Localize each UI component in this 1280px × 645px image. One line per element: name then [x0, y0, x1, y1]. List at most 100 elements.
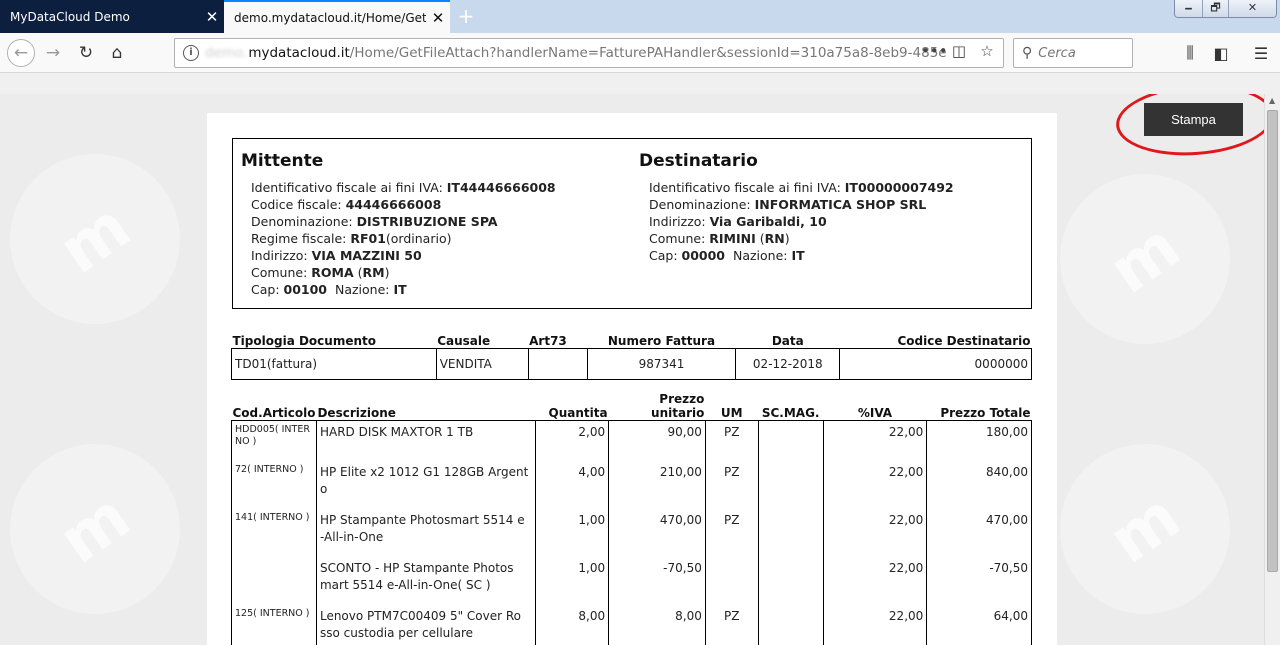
forward-arrow-icon[interactable]: → — [38, 39, 68, 67]
library-icon[interactable]: ⫼ — [1175, 39, 1205, 67]
mittente-title: Mittente — [241, 151, 324, 171]
table-cell — [757, 508, 824, 557]
table-cell: 8,00 — [608, 604, 706, 645]
back-button[interactable]: ← — [6, 39, 36, 67]
close-window-icon[interactable]: ✕ — [1228, 0, 1276, 17]
table-cell: TD01(fattura) — [231, 347, 437, 380]
new-tab-icon[interactable]: + — [452, 3, 480, 30]
table-cell: 22,00 — [822, 604, 928, 645]
url-actions: ••• ◫ ☆ — [921, 42, 997, 60]
table-cell: 8,00 — [535, 604, 610, 645]
menu-icon[interactable]: ☰ — [1246, 39, 1276, 67]
table-cell: 470,00 — [608, 508, 706, 557]
print-button[interactable]: Stampa — [1144, 103, 1243, 136]
search-input[interactable] — [1038, 45, 1119, 61]
url-blurred-subdomain: demo. — [205, 45, 248, 61]
table-cell: 2,00 — [535, 420, 610, 461]
mittente-section: Mittente Identificativo fiscale ai fini … — [241, 151, 631, 298]
invoice-page: Mittente Identificativo fiscale ai fini … — [207, 113, 1057, 645]
table-cell: 141( INTERNO ) — [231, 508, 317, 557]
column-header: %IVA — [823, 392, 927, 421]
destinatario-title: Destinatario — [639, 151, 758, 171]
table-cell: 125( INTERNO ) — [231, 604, 317, 645]
tab-mydatacloud-demo[interactable]: MyDataCloud Demo ✕ — [0, 0, 224, 33]
info-icon[interactable]: i — [183, 45, 199, 61]
table-cell: 72( INTERNO ) — [231, 460, 317, 509]
line-items-table: Cod.Articolo Descrizione Quantita Prezzo… — [231, 392, 1032, 645]
column-header: Cod.Articolo — [231, 392, 317, 421]
mittente-line: Indirizzo: VIA MAZZINI 50 — [251, 248, 422, 263]
minimize-icon[interactable]: 🗕 — [1175, 0, 1202, 17]
table-cell: 987341 — [586, 347, 737, 380]
search-box[interactable]: ⚲ — [1013, 38, 1133, 68]
table-cell: PZ — [704, 508, 759, 557]
table-row: SCONTO - HP Stampante Photos mart 5514 e… — [231, 556, 1032, 605]
watermark-logo: m — [0, 410, 214, 645]
table-cell: 1,00 — [535, 556, 610, 605]
mittente-line: Comune: ROMA (RM) — [251, 265, 390, 280]
pocket-icon[interactable]: ◫ — [949, 42, 969, 60]
table-cell: 210,00 — [608, 460, 706, 509]
column-header: Data — [735, 332, 840, 349]
home-icon[interactable]: ⌂ — [102, 39, 132, 67]
table-cell: -70,50 — [926, 556, 1032, 605]
parties-box: Mittente Identificativo fiscale ai fini … — [232, 138, 1032, 309]
search-icon: ⚲ — [1022, 45, 1033, 61]
close-tab-icon[interactable]: ✕ — [426, 9, 450, 27]
url-path: /Home/GetFileAttach?handlerName=FattureP… — [349, 45, 947, 61]
table-cell: PZ — [704, 460, 759, 509]
table-header-row: Tipologia Documento Causale Art73 Numero… — [231, 332, 1032, 349]
table-cell: 180,00 — [926, 420, 1032, 461]
watermark-logo: m — [1026, 140, 1264, 378]
back-arrow-icon: ← — [7, 39, 35, 67]
table-cell — [231, 556, 317, 605]
column-header: Quantita — [535, 392, 609, 421]
table-cell: 470,00 — [926, 508, 1032, 557]
table-cell: PZ — [704, 420, 759, 461]
url-bar[interactable]: i demo. mydatacloud.it /Home/GetFileAtta… — [174, 38, 1004, 68]
column-header: Causale — [436, 332, 529, 349]
mittente-line: Regime fiscale: RF01(ordinario) — [251, 231, 452, 246]
table-cell: PZ — [704, 604, 759, 645]
table-cell: HDD005( INTER NO ) — [231, 420, 317, 461]
tab-invoice[interactable]: demo.mydatacloud.it/Home/GetFi ✕ — [224, 0, 450, 33]
destinatario-line: Cap: 00000 Nazione: IT — [649, 248, 805, 263]
column-header: Descrizione — [316, 392, 536, 421]
column-header: UM — [705, 392, 759, 421]
bookmark-star-icon[interactable]: ☆ — [977, 42, 997, 60]
table-cell: -70,50 — [608, 556, 706, 605]
mittente-line: Codice fiscale: 44446666008 — [251, 197, 442, 212]
column-header: Numero Fattura — [587, 332, 736, 349]
sidebar-icon[interactable]: ◧ — [1206, 39, 1236, 67]
column-header: Prezzo Totale — [926, 392, 1032, 421]
table-cell: 02-12-2018 — [735, 347, 841, 380]
destinatario-line: Comune: RIMINI (RN) — [649, 231, 790, 246]
vertical-scrollbar[interactable]: ▲ — [1264, 94, 1280, 645]
column-header: Tipologia Documento — [231, 332, 437, 349]
column-header: Prezzo unitario — [608, 392, 706, 421]
table-cell: 22,00 — [822, 420, 928, 461]
restore-icon[interactable]: 🗗 — [1202, 0, 1228, 17]
scroll-up-icon[interactable]: ▲ — [1269, 96, 1275, 105]
table-cell: HARD DISK MAXTOR 1 TB — [315, 420, 537, 461]
mittente-line: Denominazione: DISTRIBUZIONE SPA — [251, 214, 498, 229]
table-cell: HP Elite x2 1012 G1 128GB Argent o — [315, 460, 537, 509]
tab-title: MyDataCloud Demo — [10, 9, 130, 24]
url-host: mydatacloud.it — [248, 45, 350, 61]
table-row: 72( INTERNO ) HP Elite x2 1012 G1 128GB A… — [231, 460, 1032, 509]
table-cell: HP Stampante Photosmart 5514 e -All-in-O… — [315, 508, 537, 557]
close-tab-icon[interactable]: ✕ — [200, 8, 224, 26]
tab-title: demo.mydatacloud.it/Home/GetFi — [234, 10, 426, 25]
table-cell: 1,00 — [535, 508, 610, 557]
table-cell: 22,00 — [822, 508, 928, 557]
more-actions-icon[interactable]: ••• — [921, 42, 948, 60]
table-row: HDD005( INTER NO ) HARD DISK MAXTOR 1 TB 2… — [231, 420, 1032, 461]
reload-icon[interactable]: ↻ — [71, 39, 101, 67]
table-cell: 22,00 — [822, 556, 928, 605]
scrollbar-thumb[interactable] — [1267, 110, 1278, 572]
mittente-line: Identificativo fiscale ai fini IVA: IT44… — [251, 180, 556, 195]
table-cell: 4,00 — [535, 460, 610, 509]
table-cell: SCONTO - HP Stampante Photos mart 5514 e… — [315, 556, 537, 605]
table-header-row: Cod.Articolo Descrizione Quantita Prezzo… — [231, 392, 1032, 421]
table-cell — [527, 347, 588, 380]
